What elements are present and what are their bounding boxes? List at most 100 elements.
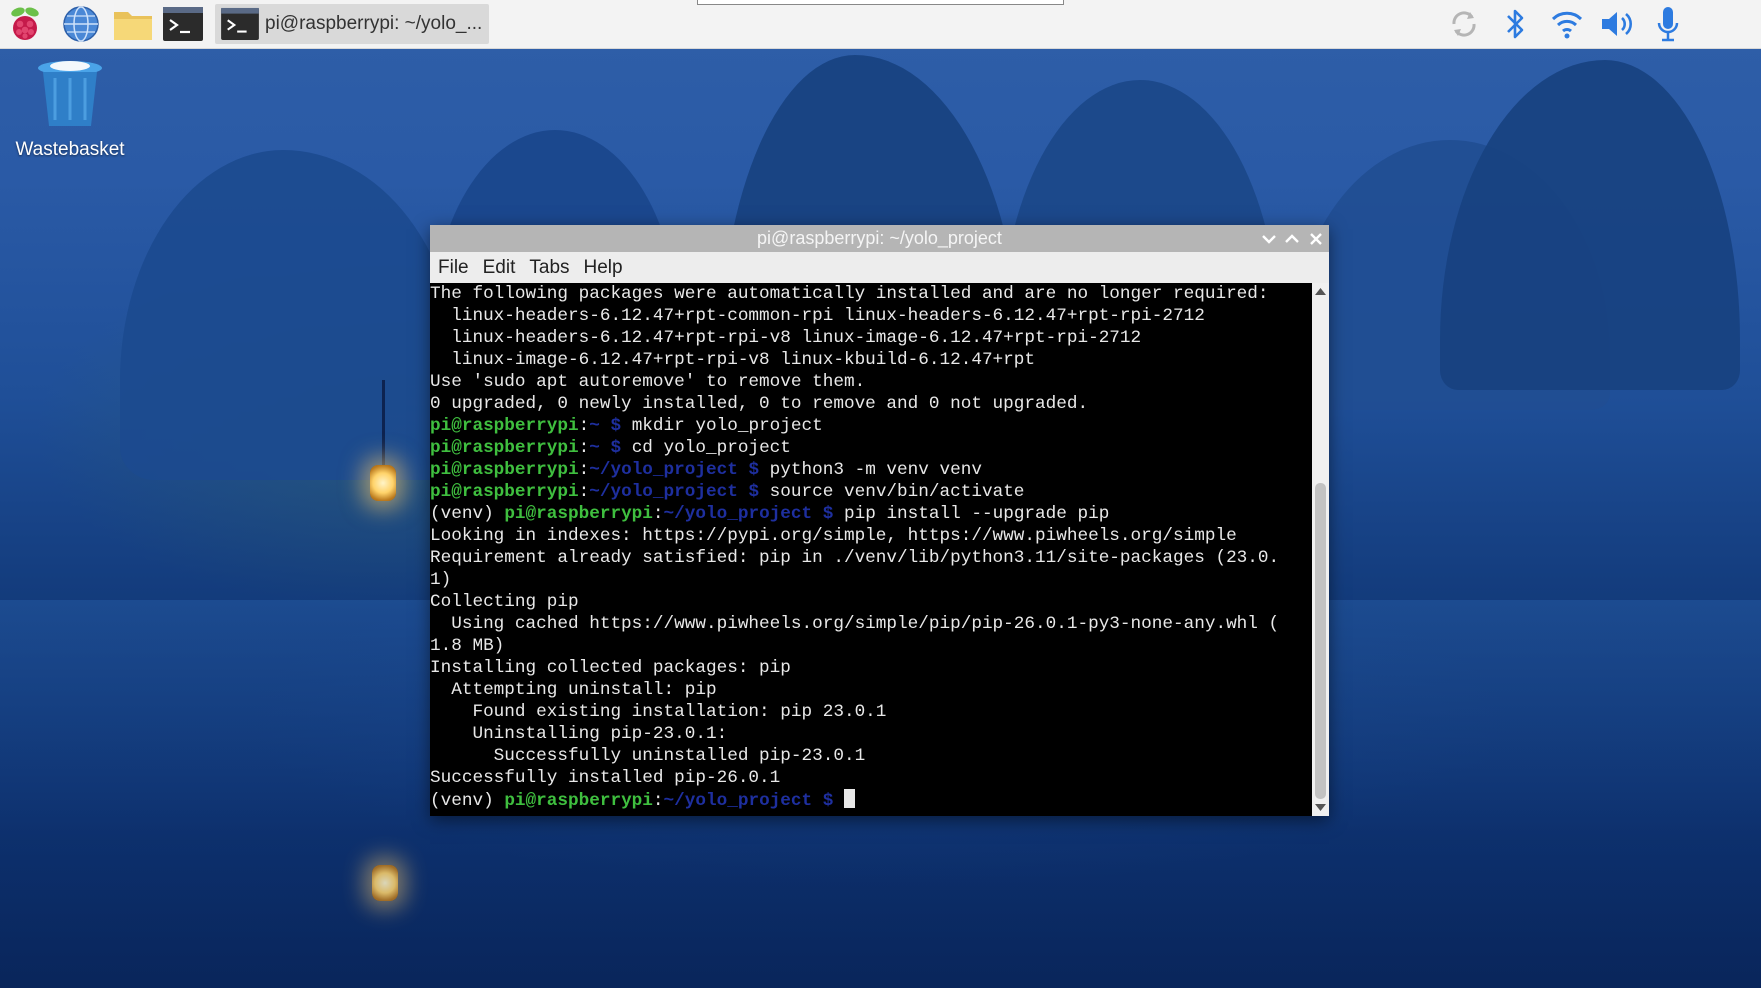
top-panel: pi@raspberrypi: ~/yolo_...: [0, 0, 1761, 49]
terminal-line: linux-image-6.12.47+rpt-rpi-v8 linux-kbu…: [430, 349, 1312, 371]
output-text: Installing collected packages: pip: [430, 658, 791, 678]
terminal-line: Looking in indexes: https://pypi.org/sim…: [430, 525, 1312, 547]
terminal-window: pi@raspberrypi: ~/yolo_project File Edit…: [430, 225, 1329, 816]
terminal-line: linux-headers-6.12.47+rpt-rpi-v8 linux-i…: [430, 327, 1312, 349]
arrow-down-icon: [1315, 804, 1326, 811]
scroll-down-arrow[interactable]: [1314, 802, 1327, 814]
output-text: Successfully installed pip-26.0.1: [430, 768, 781, 788]
command-text: cd yolo_project: [621, 438, 791, 458]
command-text: mkdir yolo_project: [621, 416, 823, 436]
prompt-path: ~/yolo_project $: [589, 460, 760, 480]
prompt-path: ~/yolo_project $: [663, 504, 834, 524]
output-text: The following packages were automaticall…: [430, 284, 1269, 304]
close-icon: [1310, 233, 1322, 245]
sync-icon[interactable]: [1442, 4, 1486, 44]
web-browser-icon[interactable]: [60, 5, 102, 43]
output-text: Uninstalling pip-23.0.1:: [430, 724, 728, 744]
output-text: 1): [430, 570, 452, 590]
command-text: [833, 791, 844, 811]
bluetooth-icon[interactable]: [1493, 4, 1537, 44]
output-text: Requirement already satisfied: pip in ./…: [430, 548, 1280, 568]
wastebasket-desktop-icon[interactable]: Wastebasket: [10, 56, 130, 166]
terminal-line: Using cached https://www.piwheels.org/si…: [430, 613, 1312, 635]
wifi-icon[interactable]: [1545, 4, 1589, 44]
terminal-line: linux-headers-6.12.47+rpt-common-rpi lin…: [430, 305, 1312, 327]
menu-edit[interactable]: Edit: [483, 257, 516, 279]
output-text: 0 upgraded, 0 newly installed, 0 to remo…: [430, 394, 1089, 414]
prompt-user: pi@raspberrypi: [504, 791, 653, 811]
prompt-user: pi@raspberrypi: [430, 416, 579, 436]
volume-icon[interactable]: [1595, 4, 1639, 44]
raspberry-pi-menu-icon[interactable]: [4, 5, 46, 43]
terminal-line: Collecting pip: [430, 591, 1312, 613]
scroll-up-arrow[interactable]: [1314, 285, 1327, 297]
taskbar-item-terminal[interactable]: pi@raspberrypi: ~/yolo_...: [215, 4, 489, 44]
lantern-reflection: [372, 865, 398, 901]
output-text: linux-headers-6.12.47+rpt-rpi-v8 linux-i…: [430, 328, 1142, 348]
prompt-path: ~ $: [589, 416, 622, 436]
output-text: 1.8 MB): [430, 636, 505, 656]
scrollbar[interactable]: [1312, 283, 1329, 816]
terminal-line: Attempting uninstall: pip: [430, 679, 1312, 701]
taskbar-item-label: pi@raspberrypi: ~/yolo_...: [265, 13, 483, 34]
prompt-separator: :: [652, 791, 664, 811]
terminal-line: Successfully uninstalled pip-23.0.1: [430, 745, 1312, 767]
command-text: pip install --upgrade pip: [833, 504, 1110, 524]
menu-file[interactable]: File: [438, 257, 469, 279]
prompt-path: ~/yolo_project $: [663, 791, 834, 811]
microphone-icon[interactable]: [1646, 4, 1690, 44]
terminal-line: 0 upgraded, 0 newly installed, 0 to remo…: [430, 393, 1312, 415]
terminal-line: pi@raspberrypi:~ $ cd yolo_project: [430, 437, 1312, 459]
terminal-line: Successfully installed pip-26.0.1: [430, 767, 1312, 789]
prompt-venv-prefix: (venv): [430, 791, 505, 811]
file-manager-icon[interactable]: [110, 5, 156, 43]
output-text: Attempting uninstall: pip: [430, 680, 717, 700]
terminal-line: pi@raspberrypi:~ $ mkdir yolo_project: [430, 415, 1312, 437]
terminal-output[interactable]: The following packages were automaticall…: [430, 283, 1312, 816]
window-titlebar[interactable]: pi@raspberrypi: ~/yolo_project: [430, 225, 1329, 252]
menu-tabs[interactable]: Tabs: [529, 257, 569, 279]
terminal-icon: [219, 7, 261, 41]
menu-bar: File Edit Tabs Help: [430, 252, 1329, 283]
output-text: Looking in indexes: https://pypi.org/sim…: [430, 526, 1237, 546]
menu-help[interactable]: Help: [584, 257, 623, 279]
terminal-line: (venv) pi@raspberrypi:~/yolo_project $ p…: [430, 503, 1312, 525]
prompt-path: ~/yolo_project $: [589, 482, 760, 502]
close-button[interactable]: [1305, 228, 1327, 250]
scrollbar-thumb[interactable]: [1315, 483, 1326, 799]
prompt-user: pi@raspberrypi: [504, 504, 653, 524]
chevron-up-icon: [1285, 234, 1299, 243]
command-text: python3 -m venv venv: [759, 460, 982, 480]
prompt-user: pi@raspberrypi: [430, 438, 579, 458]
terminal-line: Requirement already satisfied: pip in ./…: [430, 547, 1312, 569]
output-text: linux-headers-6.12.47+rpt-common-rpi lin…: [430, 306, 1205, 326]
prompt-separator: :: [652, 504, 664, 524]
terminal-line: The following packages were automaticall…: [430, 283, 1312, 305]
wastebasket-label: Wastebasket: [15, 139, 125, 160]
terminal-line: Use 'sudo apt autoremove' to remove them…: [430, 371, 1312, 393]
lantern: [370, 465, 396, 501]
output-text: linux-image-6.12.47+rpt-rpi-v8 linux-kbu…: [430, 350, 1036, 370]
minimize-button[interactable]: [1258, 228, 1280, 250]
output-text: Use 'sudo apt autoremove' to remove them…: [430, 372, 866, 392]
terminal-launcher-icon[interactable]: [160, 5, 206, 43]
output-text: Found existing installation: pip 23.0.1: [430, 702, 887, 722]
prompt-path: ~ $: [589, 438, 622, 458]
prompt-venv-prefix: (venv): [430, 504, 505, 524]
terminal-line: (venv) pi@raspberrypi:~/yolo_project $: [430, 789, 1312, 811]
output-text: Using cached https://www.piwheels.org/si…: [430, 614, 1280, 634]
trash-icon: [38, 61, 102, 126]
prompt-separator: :: [578, 460, 590, 480]
output-text: Collecting pip: [430, 592, 579, 612]
command-text: source venv/bin/activate: [759, 482, 1025, 502]
output-text: Successfully uninstalled pip-23.0.1: [430, 746, 866, 766]
maximize-button[interactable]: [1281, 228, 1303, 250]
window-edge: [697, 0, 1064, 5]
prompt-separator: :: [578, 482, 590, 502]
prompt-separator: :: [578, 416, 590, 436]
arrow-up-icon: [1315, 288, 1326, 295]
terminal-line: pi@raspberrypi:~/yolo_project $ source v…: [430, 481, 1312, 503]
chevron-down-icon: [1262, 235, 1276, 244]
window-title: pi@raspberrypi: ~/yolo_project: [757, 228, 1002, 248]
lantern-pole: [382, 380, 385, 470]
